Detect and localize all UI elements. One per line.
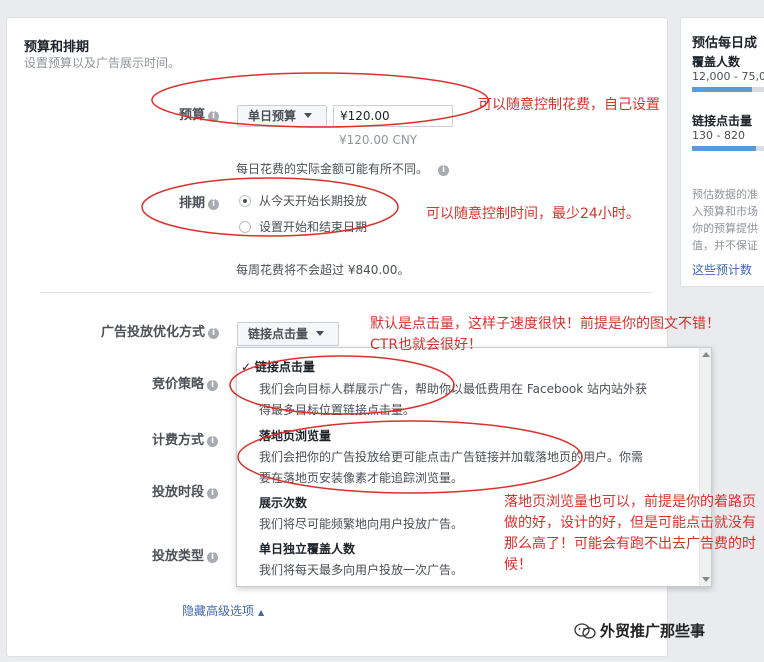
annotation-schedule: 可以随意控制时间，最少24小时。 xyxy=(426,206,640,222)
ellipse-schedule xyxy=(141,177,399,237)
annotation-budget: 可以随意控制花费，自己设置 xyxy=(478,97,660,113)
annotation-landing-page: 落地页浏览量也可以，前提是你的着路页做的好，设计的好，但是可能点击就没有那么高了… xyxy=(504,494,756,573)
ellipse-budget xyxy=(151,72,489,128)
watermark: 外贸推广那些事 xyxy=(574,620,705,641)
ellipse-landing-page xyxy=(237,420,583,494)
wechat-icon xyxy=(574,623,596,639)
ellipse-link-clicks xyxy=(229,355,455,415)
annotation-click-default: 默认是点击量，这样子速度很快！前提是你的图文不错！CTR也就会很好！ xyxy=(370,316,720,353)
